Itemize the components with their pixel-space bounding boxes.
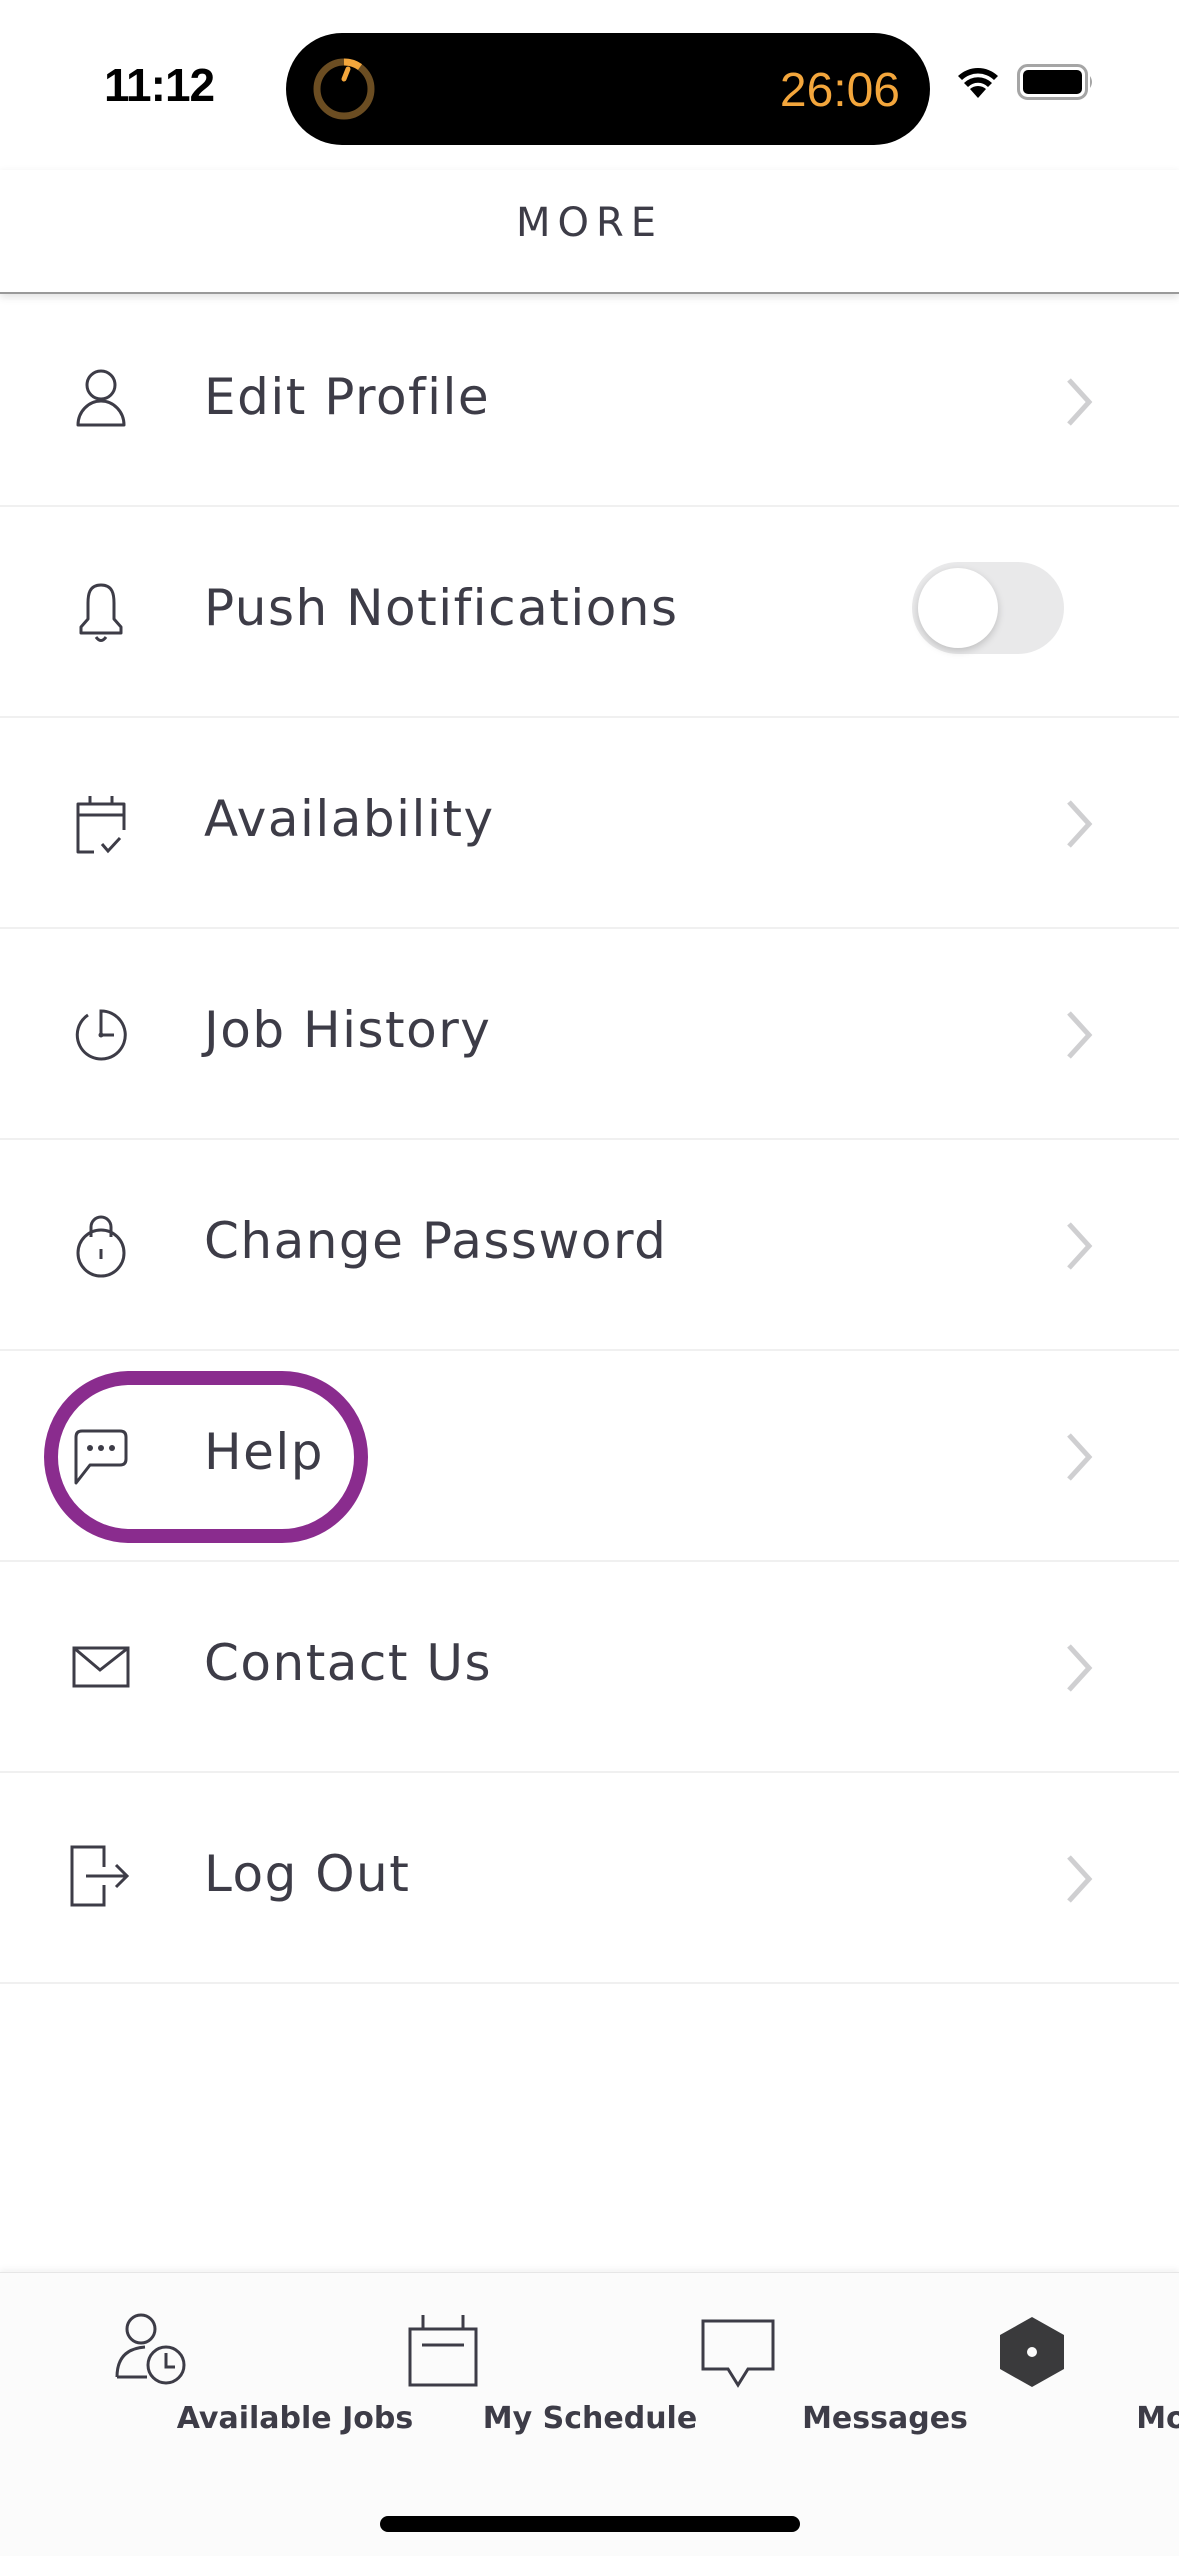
chevron-right-icon [1067,1011,1093,1059]
menu-item-label: Contact Us [204,1634,493,1692]
user-clock-icon [115,2313,185,2385]
tab-available-jobs[interactable]: Available Jobs [0,2273,413,2453]
message-icon [701,2319,774,2388]
tab-my-schedule[interactable]: My Schedule [295,2273,697,2453]
menu-item-label: Log Out [204,1845,411,1903]
menu-item-label: Change Password [204,1212,668,1270]
battery-icon [1017,64,1092,100]
menu-item-contact-us[interactable]: Contact Us [0,1562,1179,1773]
clock-icon [75,1009,127,1061]
menu-item-label: Job History [204,1001,492,1059]
toggle-knob [918,568,998,648]
chevron-right-icon [1067,800,1093,848]
page-title: MORE [515,200,664,246]
chevron-right-icon [1067,1222,1093,1270]
home-indicator[interactable] [380,2516,800,2532]
tab-messages[interactable]: Messages [590,2273,968,2453]
menu-item-help[interactable]: Help [0,1351,1179,1562]
menu-item-job-history[interactable]: Job History [0,929,1179,1140]
tab-bar: Available Jobs My Schedule Messages More [0,2272,1179,2556]
menu-item-label: Edit Profile [204,368,491,426]
tab-more[interactable]: More [884,2273,1179,2453]
bell-icon [79,583,123,642]
status-time: 11:12 [104,59,215,111]
chevron-right-icon [1067,1644,1093,1692]
menu-item-label: Help [204,1423,324,1481]
logout-icon [70,1845,130,1907]
timer-ring-icon [313,58,375,120]
menu-item-label: Availability [204,790,495,848]
envelope-icon [72,1646,130,1688]
menu-item-change-password[interactable]: Change Password [0,1140,1179,1351]
calendar-icon [408,2315,477,2387]
calendar-check-icon [76,796,126,854]
chevron-right-icon [1067,378,1093,426]
menu-item-label: Push Notifications [204,579,679,637]
navigation-header: MORE [0,170,1179,294]
status-bar: 11:12 26:06 [0,0,1179,170]
hexagon-icon [999,2317,1064,2387]
chat-bubble-icon [74,1429,128,1485]
settings-menu: Edit Profile Push Notifications Availabi… [0,296,1179,1984]
live-activity-timer: 26:06 [779,64,900,117]
chevron-right-icon [1067,1855,1093,1903]
menu-item-log-out[interactable]: Log Out [0,1773,1179,1984]
lock-icon [76,1215,126,1278]
push-notifications-toggle[interactable] [912,562,1064,654]
menu-item-edit-profile[interactable]: Edit Profile [0,296,1179,507]
wifi-icon [958,68,998,98]
dynamic-island[interactable]: 26:06 [286,33,930,145]
chevron-right-icon [1067,1433,1093,1481]
menu-item-availability[interactable]: Availability [0,718,1179,929]
tab-label: More [1136,2401,1179,2436]
user-icon [76,369,126,427]
